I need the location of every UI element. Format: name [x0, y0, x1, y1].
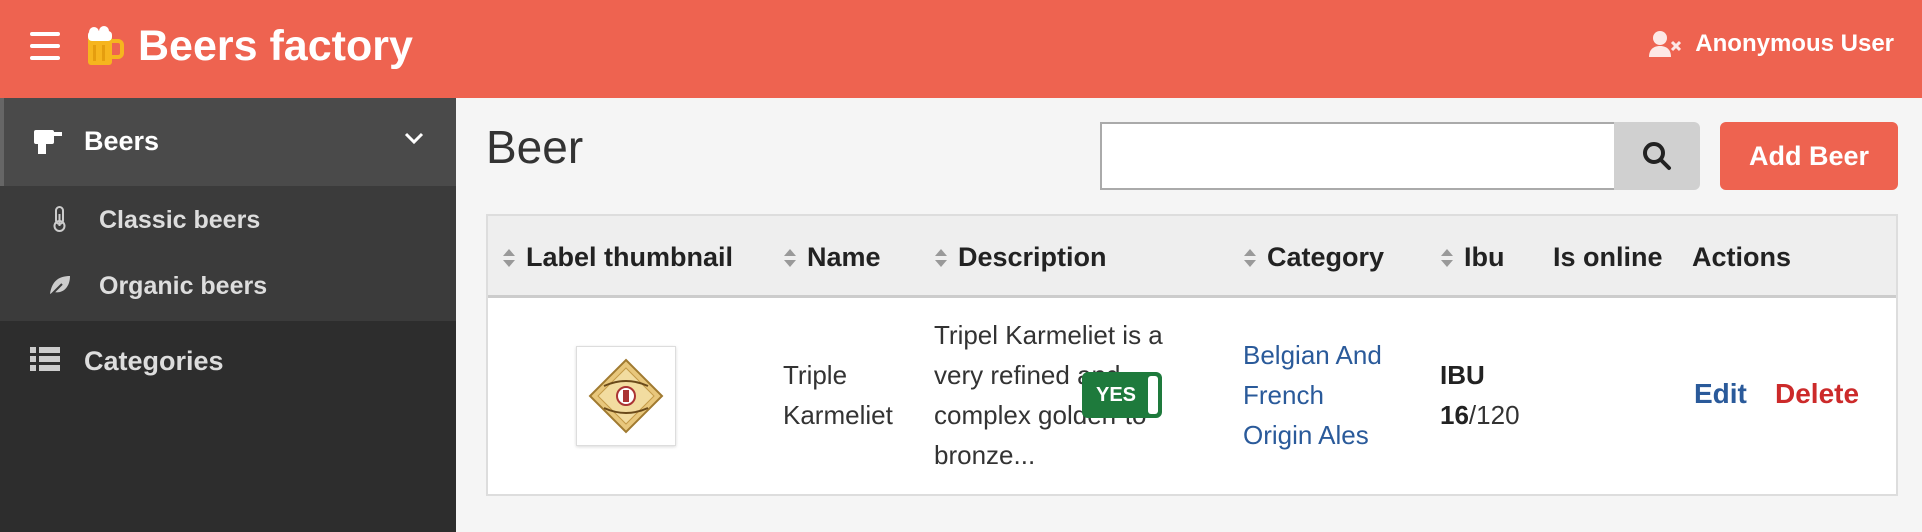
beer-table: Label thumbnail Name Description Categor…	[486, 214, 1898, 496]
user-menu[interactable]: Anonymous User	[1649, 30, 1894, 58]
online-toggle[interactable]: YES	[1082, 372, 1162, 418]
sidebar-item-label: Classic beers	[99, 206, 261, 234]
beer-mug-icon	[88, 25, 124, 65]
sidebar-item-classic-beers[interactable]: Classic beers	[0, 186, 456, 252]
beer-label-image	[588, 358, 664, 434]
search-icon	[1643, 142, 1671, 170]
page-title: Beer	[486, 121, 584, 173]
sort-icon	[1441, 248, 1453, 267]
sidebar-item-label: Beers	[84, 126, 160, 156]
thermometer-icon	[53, 206, 66, 232]
beer-ibu: IBU 16/120	[1440, 360, 1520, 430]
search-button[interactable]	[1614, 122, 1700, 190]
sidebar-item-beers[interactable]: Beers	[0, 98, 456, 186]
user-name: Anonymous User	[1695, 30, 1894, 57]
app-title: Beers factory	[138, 22, 413, 70]
column-header-category[interactable]: Category	[1243, 242, 1384, 273]
column-header-actions: Actions	[1692, 242, 1792, 272]
beer-tap-icon	[34, 130, 62, 154]
column-header-ibu[interactable]: Ibu	[1440, 242, 1505, 273]
column-header-is-online: Is online	[1553, 242, 1663, 272]
sort-icon	[935, 248, 947, 267]
leaf-icon	[49, 276, 70, 297]
sidebar-item-label: Organic beers	[99, 272, 268, 300]
chevron-down-icon	[404, 132, 424, 145]
toggle-knob	[1148, 376, 1158, 414]
beer-category-link[interactable]: Belgian And French Origin Ales	[1243, 335, 1382, 455]
column-header-name[interactable]: Name	[783, 242, 881, 273]
app-brand[interactable]: Beers factory	[84, 22, 413, 71]
column-header-description[interactable]: Description	[934, 242, 1107, 273]
menu-toggle-icon[interactable]	[30, 32, 60, 60]
list-icon	[30, 347, 60, 371]
sort-icon	[503, 248, 515, 267]
sidebar-item-label: Categories	[84, 346, 224, 376]
table-header: Label thumbnail Name Description Categor…	[488, 216, 1896, 298]
add-beer-button[interactable]: Add Beer	[1720, 122, 1898, 190]
delete-link[interactable]: Delete	[1775, 378, 1859, 410]
top-bar: Beers factory Anonymous User	[0, 0, 1922, 98]
sort-icon	[1244, 248, 1256, 267]
sidebar-submenu: Classic beers Organic beers	[0, 186, 456, 321]
label-thumbnail[interactable]	[576, 346, 676, 446]
search-input[interactable]	[1100, 122, 1616, 190]
column-header-label-thumbnail[interactable]: Label thumbnail	[502, 242, 733, 273]
sort-icon	[784, 248, 796, 267]
user-x-icon	[1649, 31, 1682, 57]
online-toggle-label: YES	[1096, 383, 1137, 406]
sidebar-item-organic-beers[interactable]: Organic beers	[0, 252, 456, 318]
beer-name: Triple Karmeliet	[783, 360, 893, 430]
sidebar-item-categories[interactable]: Categories	[0, 324, 456, 394]
sidebar: Beers Classic beers Organic beers Catego…	[0, 98, 456, 532]
edit-link[interactable]: Edit	[1694, 378, 1747, 410]
